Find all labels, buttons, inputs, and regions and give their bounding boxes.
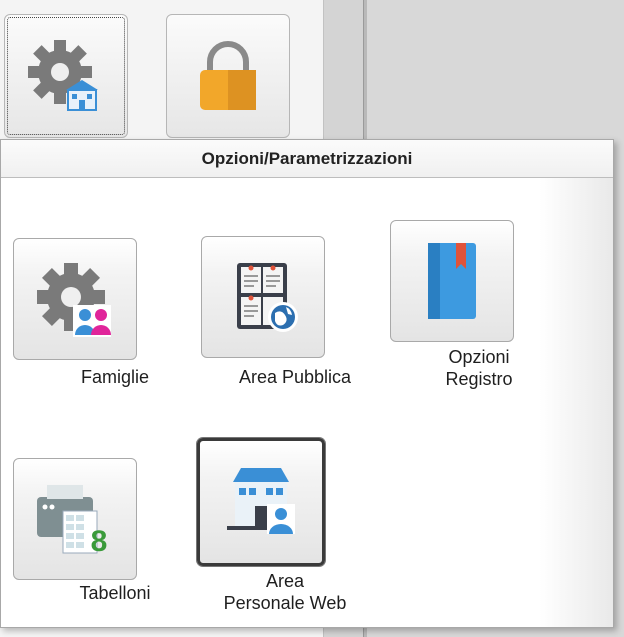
area-personale-web-button[interactable]	[197, 438, 325, 566]
area-personale-web-label-line2: Personale Web	[223, 593, 347, 613]
opzioni-registro-label-line1: Opzioni	[448, 347, 510, 367]
gear-school-icon	[26, 36, 106, 116]
opzioni-registro-label: Opzioni Registro	[419, 346, 539, 390]
padlock-icon	[188, 36, 268, 116]
background-lock-button[interactable]	[166, 14, 290, 138]
building-person-icon	[219, 460, 303, 544]
area-personale-web-label-line1: Area	[265, 571, 305, 591]
famiglie-label: Famiglie	[80, 367, 150, 387]
panel-title: Opzioni/Parametrizzazioni	[1, 140, 613, 178]
svg-text:8: 8	[91, 525, 108, 558]
tabelloni-button[interactable]: 8	[13, 458, 137, 580]
opzioni-registro-label-line2: Registro	[445, 369, 513, 389]
area-personale-web-label: Area Personale Web	[205, 570, 365, 614]
bulletin-board-globe-icon	[221, 255, 305, 339]
gear-family-icon	[33, 257, 117, 341]
famiglie-button[interactable]	[13, 238, 137, 360]
tabelloni-label: Tabelloni	[79, 583, 151, 603]
area-pubblica-button[interactable]	[201, 236, 325, 358]
options-panel: Opzioni/Parametrizzazioni Famiglie Area …	[0, 139, 614, 628]
background-settings-button[interactable]	[4, 14, 128, 138]
printer-sheet-icon: 8	[33, 477, 117, 561]
opzioni-registro-button[interactable]	[390, 220, 514, 342]
book-bookmark-icon	[410, 239, 494, 323]
area-pubblica-label: Area Pubblica	[238, 367, 352, 387]
